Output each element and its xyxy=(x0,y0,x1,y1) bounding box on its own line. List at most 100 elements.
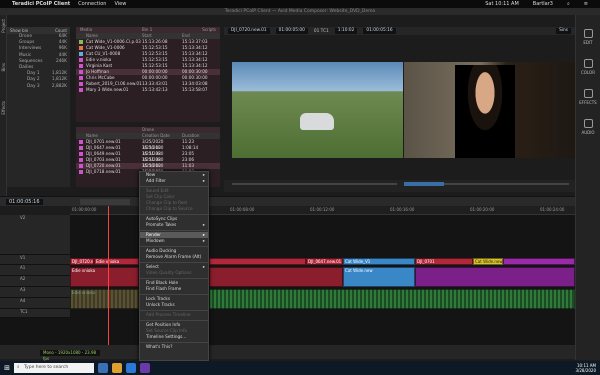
color-icon xyxy=(583,59,593,68)
timeline-clip[interactable]: Edie vnioka xyxy=(94,258,139,265)
track-header-tc1[interactable]: TC1 xyxy=(0,309,70,318)
timeline-clip[interactable]: Cat Wide.new xyxy=(473,258,503,265)
menu-separator xyxy=(140,213,208,215)
timeline-toolbar: 01:00:05:16 xyxy=(0,196,575,206)
submenu-arrow-icon: ▸ xyxy=(202,178,205,183)
edit-icon xyxy=(583,29,593,38)
tab-project[interactable]: Project xyxy=(1,19,6,33)
menu-item[interactable]: What's This? xyxy=(140,344,208,350)
track-header-v2[interactable]: V2 xyxy=(0,215,70,255)
edge-icon[interactable] xyxy=(126,363,136,373)
menu-item[interactable]: Timeline Settings... xyxy=(140,334,208,340)
source-monitor[interactable] xyxy=(232,62,403,158)
menu-list-icon[interactable]: ≡ xyxy=(584,1,588,7)
record-position-fill xyxy=(404,182,444,186)
source-clip-name[interactable]: DJI_0720.new.01 xyxy=(228,28,270,34)
file-explorer-icon[interactable] xyxy=(112,363,122,373)
bin-list-panel: Show bin Count Drone 64K Groups 44K Interv… xyxy=(7,27,70,187)
windows-taskbar: ⊞ ⌕ Type here to search 10:11 AM 3/28/202… xyxy=(0,361,600,375)
timeline-clip[interactable] xyxy=(209,258,306,265)
source-position-bar[interactable] xyxy=(232,183,397,185)
left-tab-strip: Project Bins Effects xyxy=(0,15,7,205)
audio-clip[interactable] xyxy=(415,267,575,287)
track-header-a2[interactable]: A2 xyxy=(0,276,70,287)
menu-separator xyxy=(140,341,208,343)
effects-icon xyxy=(583,89,593,98)
audio-waveform[interactable] xyxy=(209,289,575,309)
search-icon[interactable]: ⌕ xyxy=(567,1,570,7)
workspace-panel: EDIT COLOR EFFECTS AUDIO xyxy=(575,15,600,360)
audio-icon xyxy=(583,119,593,128)
bin-item[interactable]: Day 3 2,882K xyxy=(7,84,70,90)
source-timecode: 01:00:05:00 xyxy=(275,28,308,34)
sequence-format: Mono - 1920x1080 - 23.98 fps xyxy=(40,350,100,361)
menu-separator xyxy=(140,319,208,321)
mac-menubar: Teradici PCoIP Client Connection View Sa… xyxy=(0,0,600,8)
timeline-clip[interactable]: Cat Wide_V1 xyxy=(343,258,415,265)
windows-start-icon[interactable]: ⊞ xyxy=(0,361,14,375)
menubar-clock: Sat 10:11 AM xyxy=(485,1,519,7)
menu-separator xyxy=(140,277,208,279)
menu-item: Video Quality Options xyxy=(146,270,192,275)
media-composer-icon[interactable] xyxy=(140,363,150,373)
duration-readout: 1:10:02 xyxy=(334,28,358,34)
timeline-clip[interactable]: DJI_0720.new.01 xyxy=(70,258,94,265)
edit-tools-group[interactable] xyxy=(80,199,130,205)
record-sequence-name[interactable]: Sins xyxy=(556,28,571,34)
viewer-toolbar: DJI_0720.new.01 01:00:05:00 01 TC1 1:10:… xyxy=(224,27,575,35)
tab-bins[interactable]: Bins xyxy=(1,63,6,71)
timeline-clip[interactable] xyxy=(503,258,575,265)
taskbar-clock[interactable]: 10:11 AM 3/28/2020 xyxy=(575,363,600,373)
interview-subject-image xyxy=(455,65,515,158)
workspace-edit[interactable]: EDIT xyxy=(576,29,600,45)
track-header-a3[interactable]: A3 xyxy=(0,287,70,298)
submenu-arrow-icon: ▸ xyxy=(202,238,205,243)
menu-connection[interactable]: Connection xyxy=(78,1,106,7)
taskbar-search[interactable]: ⌕ Type here to search xyxy=(14,363,94,373)
search-icon: ⌕ xyxy=(17,365,20,370)
menu-item[interactable]: Find Flash Frame xyxy=(140,286,208,292)
menu-item[interactable]: Promote Takes ▸ xyxy=(140,222,208,228)
menu-separator xyxy=(140,229,208,231)
timeline-clip[interactable]: DJI_0647.new.01 xyxy=(306,258,343,265)
timeline-tracks[interactable]: V2 V1 A1 A2 A3 A4 TC1 DJI_0720.new.01 Ed… xyxy=(0,215,575,345)
track-header-v1[interactable]: V1 xyxy=(0,255,70,265)
table-row[interactable]: Mary 3 Wide.new.01 15:13:42:13 15:13:58:07 xyxy=(76,87,220,93)
audio-clip[interactable]: Cat Wide.new xyxy=(343,267,415,287)
menu-separator xyxy=(140,185,208,187)
menu-separator xyxy=(140,309,208,311)
submenu-arrow-icon: ▸ xyxy=(202,222,205,227)
bin-window-clips: Media Bin 1 Scripts Name Start End Cat Wid… xyxy=(76,27,220,122)
menu-item[interactable]: Mixdown ▸ xyxy=(140,238,208,244)
window-title: Teradici PCoIP Client — Avid Media Compo… xyxy=(0,8,600,15)
workspace-audio[interactable]: AUDIO xyxy=(576,119,600,135)
playhead[interactable] xyxy=(108,206,109,345)
timeline-clip[interactable]: DJI_0701 xyxy=(415,258,473,265)
task-view-icon[interactable] xyxy=(98,363,108,373)
menu-view[interactable]: View xyxy=(114,1,126,7)
timecode-track-label[interactable]: 01 TC1 xyxy=(314,29,329,34)
menu-item: Add Process Timeline xyxy=(146,312,191,317)
workspace-color[interactable]: COLOR xyxy=(576,59,600,75)
track-header-a4[interactable]: A4 xyxy=(0,298,70,309)
record-timecode: 01:00:05:16 xyxy=(363,28,396,34)
audio-waveform[interactable] xyxy=(70,289,139,309)
audio-clip[interactable] xyxy=(209,267,343,287)
menu-separator xyxy=(140,293,208,295)
menu-separator xyxy=(140,261,208,263)
menu-item[interactable]: Add Filter ▸ xyxy=(140,178,208,184)
menu-item[interactable]: Unlock Tracks xyxy=(140,302,208,308)
workspace-effects[interactable]: EFFECTS xyxy=(576,89,600,105)
bin-list-header: Show bin Count xyxy=(7,27,70,34)
monitor-transport-bar xyxy=(224,180,575,192)
menubar-user[interactable]: Bartlar3 xyxy=(533,1,553,7)
menu-item: Change Clip to Source xyxy=(146,206,193,211)
audio-clip[interactable]: Edie vnioka xyxy=(70,267,139,287)
menu-separator xyxy=(140,245,208,247)
track-header-a1[interactable]: A1 xyxy=(0,265,70,276)
app-name[interactable]: Teradici PCoIP Client xyxy=(12,1,70,7)
timeline-timecode: 01:00:05:16 xyxy=(6,199,43,205)
tab-effects[interactable]: Effects xyxy=(1,101,6,115)
context-menu: New ▸ Add Filter ▸ Sound Edit Set Clip Color C… xyxy=(139,171,209,361)
menu-item[interactable]: Remove Alarm Frame (Alt) xyxy=(140,254,208,260)
